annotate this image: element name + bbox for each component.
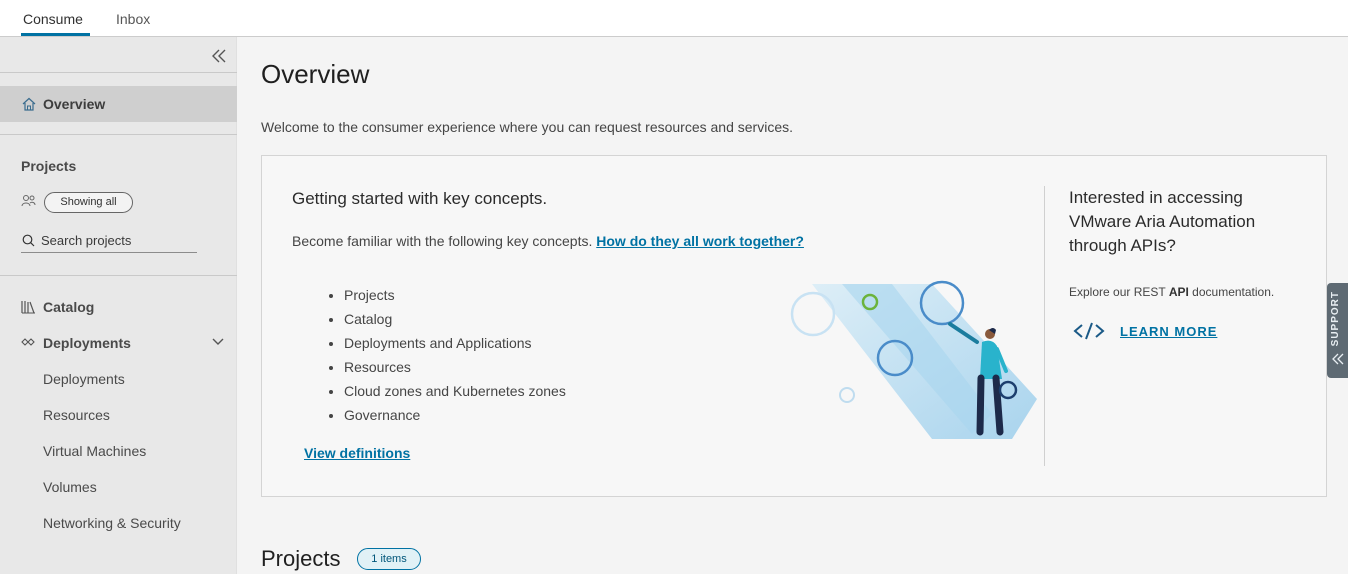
sidebar-item-label: Virtual Machines — [43, 443, 147, 459]
list-item: Resources — [344, 358, 566, 382]
search-projects-input[interactable] — [41, 231, 191, 249]
sidebar-item-virtual-machines[interactable]: Virtual Machines — [0, 436, 237, 466]
card-title: Getting started with key concepts. — [292, 189, 548, 208]
search-icon — [22, 234, 35, 247]
support-label: SUPPORT — [1330, 291, 1341, 347]
card-divider — [1044, 186, 1045, 466]
sidebar-divider — [0, 134, 237, 135]
sidebar-item-deployments[interactable]: Deployments — [0, 328, 237, 358]
list-item: Cloud zones and Kubernetes zones — [344, 382, 566, 406]
api-desc-bold: API — [1168, 285, 1189, 299]
sidebar-item-label: Networking & Security — [43, 515, 181, 531]
sidebar-item-label: Catalog — [43, 299, 95, 315]
sidebar: Overview Projects Showing all Catalog De… — [0, 37, 237, 574]
tab-inbox[interactable]: Inbox — [116, 11, 150, 27]
chevron-down-icon[interactable] — [212, 338, 224, 346]
tab-consume[interactable]: Consume — [23, 11, 83, 27]
sidebar-item-networking-security[interactable]: Networking & Security — [0, 508, 237, 538]
projects-count-badge: 1 items — [357, 548, 421, 570]
key-concepts-illustration — [790, 280, 1037, 439]
sidebar-item-label: Deployments — [43, 371, 125, 387]
sidebar-item-label: Resources — [43, 407, 110, 423]
api-title: Interested in accessing VMware Aria Auto… — [1069, 188, 1256, 255]
collapse-sidebar-icon[interactable] — [211, 49, 227, 63]
decorative-dashes — [22, 0, 232, 1]
top-tab-bar: Consume Inbox — [0, 0, 1348, 37]
showing-all-filter-button[interactable]: Showing all — [44, 192, 133, 213]
support-tab[interactable]: SUPPORT — [1327, 283, 1348, 378]
sidebar-item-resources[interactable]: Resources — [0, 400, 237, 430]
sidebar-divider — [0, 72, 237, 73]
code-icon — [1073, 322, 1105, 340]
list-item: Projects — [344, 286, 566, 310]
how-they-work-together-link[interactable]: How do they all work together? — [596, 233, 804, 249]
sidebar-item-volumes[interactable]: Volumes — [0, 472, 237, 502]
catalog-icon — [21, 301, 35, 314]
sidebar-item-catalog[interactable]: Catalog — [0, 292, 237, 322]
page-title: Overview — [261, 59, 370, 89]
deployments-icon — [21, 338, 35, 346]
api-desc-suffix: documentation. — [1188, 285, 1275, 299]
sidebar-item-label: Volumes — [43, 479, 97, 495]
people-icon — [21, 195, 36, 207]
sidebar-divider — [0, 275, 237, 276]
sidebar-item-label: Overview — [43, 96, 106, 112]
search-projects-field — [21, 229, 197, 253]
list-item: Deployments and Applications — [344, 334, 566, 358]
list-item: Governance — [344, 406, 566, 430]
api-description: Explore our REST API documentation. — [1069, 285, 1274, 299]
active-tab-indicator — [21, 33, 90, 36]
sidebar-item-label: Deployments — [43, 335, 131, 351]
getting-started-card: Getting started with key concepts. Becom… — [261, 155, 1327, 497]
concepts-list: Projects Catalog Deployments and Applica… — [344, 286, 566, 430]
sidebar-item-overview[interactable]: Overview — [0, 86, 237, 122]
double-chevron-left-icon — [1332, 353, 1344, 365]
sidebar-item-deployments-sub[interactable]: Deployments — [0, 364, 237, 394]
learn-more-link[interactable]: LEARN MORE — [1120, 324, 1217, 339]
projects-heading: Projects — [21, 158, 77, 174]
welcome-text: Welcome to the consumer experience where… — [261, 119, 794, 135]
view-definitions-link[interactable]: View definitions — [304, 445, 410, 461]
main-content: Overview Welcome to the consumer experie… — [238, 37, 1348, 574]
card-intro-text: Become familiar with the following key c… — [292, 233, 597, 249]
home-icon — [22, 97, 36, 111]
card-intro: Become familiar with the following key c… — [292, 233, 804, 249]
list-item: Catalog — [344, 310, 566, 334]
projects-section-title: Projects — [261, 546, 341, 571]
api-desc-prefix: Explore our REST — [1069, 285, 1169, 299]
